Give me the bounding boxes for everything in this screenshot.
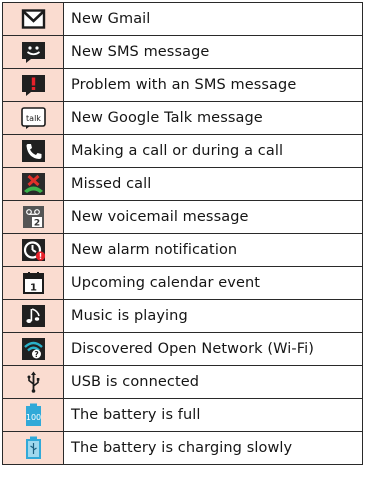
notification-icon-legend-table: New Gmail New SMS message Problem with a… [2, 2, 363, 465]
calendar-event-icon: 1 [20, 271, 47, 295]
legend-label: New alarm notification [63, 233, 363, 267]
legend-label: The battery is full [63, 398, 363, 432]
legend-row: 100 The battery is full [2, 398, 363, 432]
missed-call-icon [20, 172, 47, 196]
usb-icon [20, 370, 47, 394]
legend-label: Making a call or during a call [63, 134, 363, 168]
legend-row: The battery is charging slowly [2, 431, 363, 465]
legend-label: Music is playing [63, 299, 363, 333]
legend-row: New Gmail [2, 2, 363, 36]
legend-row: 1 Upcoming calendar event [2, 266, 363, 300]
legend-row: New SMS message [2, 35, 363, 69]
sms-problem-icon [20, 73, 47, 97]
legend-label: USB is connected [63, 365, 363, 399]
legend-label: New Gmail [63, 2, 363, 36]
battery-full-icon: 100 [20, 403, 47, 427]
svg-text:talk: talk [26, 114, 41, 123]
music-note-icon [20, 304, 47, 328]
legend-label: New SMS message [63, 35, 363, 69]
legend-row: USB is connected [2, 365, 363, 399]
svg-text:2: 2 [33, 219, 39, 229]
legend-row: Problem with an SMS message [2, 68, 363, 102]
alarm-notification-icon [20, 238, 47, 262]
legend-label: New Google Talk message [63, 101, 363, 135]
legend-row: Making a call or during a call [2, 134, 363, 168]
legend-label: New voicemail message [63, 200, 363, 234]
legend-row: Music is playing [2, 299, 363, 333]
legend-label: Problem with an SMS message [63, 68, 363, 102]
battery-charging-slow-icon [20, 436, 47, 460]
legend-row: talk New Google Talk message [2, 101, 363, 135]
legend-label: The battery is charging slowly [63, 431, 363, 465]
legend-label: Missed call [63, 167, 363, 201]
svg-text:?: ? [34, 350, 38, 359]
svg-text:1: 1 [30, 283, 37, 294]
phone-call-icon [20, 139, 47, 163]
legend-label: Discovered Open Network (Wi-Fi) [63, 332, 363, 366]
legend-label: Upcoming calendar event [63, 266, 363, 300]
gmail-envelope-icon [20, 7, 47, 31]
legend-row: Missed call [2, 167, 363, 201]
legend-row: New alarm notification [2, 233, 363, 267]
sms-message-icon [20, 40, 47, 64]
open-wifi-network-icon: ? [20, 337, 47, 361]
legend-row: 2 New voicemail message [2, 200, 363, 234]
voicemail-icon: 2 [20, 205, 47, 229]
legend-row: ? Discovered Open Network (Wi-Fi) [2, 332, 363, 366]
svg-text:100: 100 [25, 413, 40, 422]
google-talk-icon: talk [20, 106, 47, 130]
